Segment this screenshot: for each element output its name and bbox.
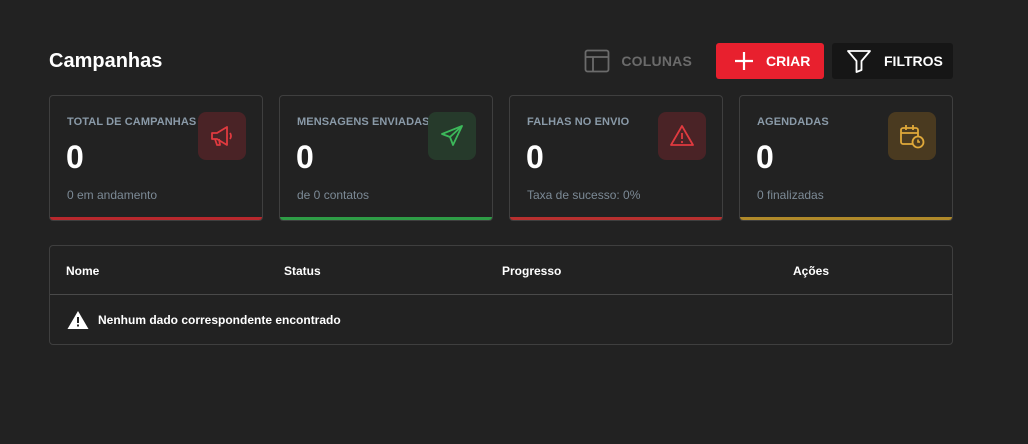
card-value: 0 [66,139,84,175]
card-value: 0 [296,139,314,175]
card-label: MENSAGENS ENVIADAS [297,116,430,128]
create-button[interactable]: CRIAR [716,43,824,79]
column-header-actions: Ações [793,264,830,278]
create-button-label: CRIAR [766,53,811,69]
card-accent-bar [510,217,722,220]
card-messages-sent: MENSAGENS ENVIADAS 0 de 0 contatos [279,95,493,221]
columns-button-label: COLUNAS [621,53,692,69]
warning-icon [67,310,89,330]
stats-cards: TOTAL DE CAMPANHAS 0 0 em andamento MENS… [49,95,953,221]
column-header-progress[interactable]: Progresso [502,264,561,278]
filter-icon [846,49,872,73]
card-accent-bar [740,217,952,220]
campaigns-table: Nome Status Progresso Ações Nenhum dado … [49,245,953,345]
card-label: FALHAS NO ENVIO [527,116,630,128]
card-value: 0 [756,139,774,175]
megaphone-icon [198,112,246,160]
card-scheduled: AGENDADAS 0 0 finalizadas [739,95,953,221]
filters-button[interactable]: FILTROS [832,43,953,79]
page-title: Campanhas [49,50,163,72]
page: Campanhas COLUNAS CRIAR FILTROS TOTAL DE… [0,0,1028,444]
card-label: AGENDADAS [757,116,829,128]
card-send-failures: FALHAS NO ENVIO 0 Taxa de sucesso: 0% [509,95,723,221]
columns-button[interactable]: COLUNAS [584,44,706,79]
card-subtext: 0 finalizadas [757,188,824,202]
columns-icon [584,49,610,73]
card-label: TOTAL DE CAMPANHAS [67,116,197,128]
column-header-status[interactable]: Status [284,264,321,278]
plus-icon [734,51,754,71]
card-subtext: 0 em andamento [67,188,158,202]
send-icon [428,112,476,160]
card-accent-bar [280,217,492,220]
card-total-campaigns: TOTAL DE CAMPANHAS 0 0 em andamento [49,95,263,221]
calendar-clock-icon [888,112,936,160]
column-header-name[interactable]: Nome [66,264,99,278]
card-subtext: de 0 contatos [297,188,370,202]
empty-state-row: Nenhum dado correspondente encontrado [50,295,952,345]
card-value: 0 [526,139,544,175]
empty-state-message: Nenhum dado correspondente encontrado [98,313,341,327]
card-subtext: Taxa de sucesso: 0% [527,188,641,202]
filters-button-label: FILTROS [884,53,943,69]
warning-icon [658,112,706,160]
card-accent-bar [50,217,262,220]
toolbar: COLUNAS CRIAR FILTROS [584,43,953,79]
table-header: Nome Status Progresso Ações [50,246,952,295]
